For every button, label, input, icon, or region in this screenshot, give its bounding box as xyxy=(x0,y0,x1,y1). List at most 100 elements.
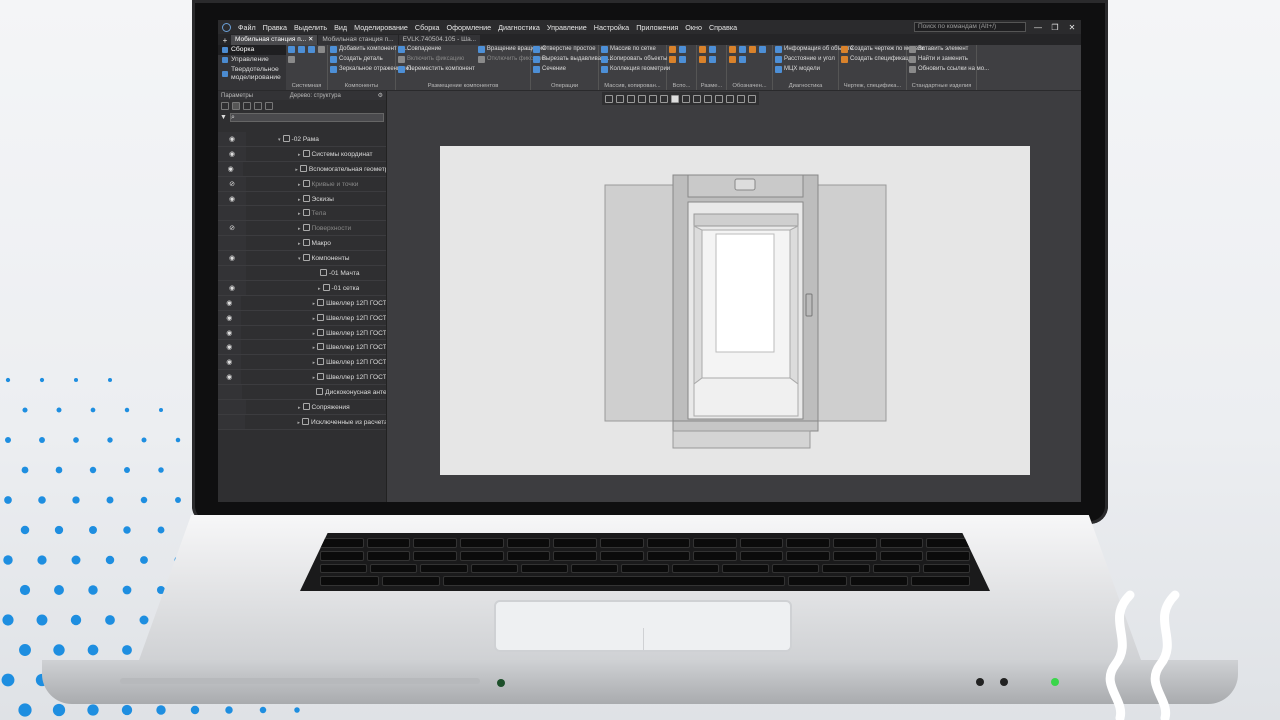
tree-row[interactable]: Дискоконусная антенна xyxy=(218,385,386,401)
expand-arrow-icon[interactable]: ▸ xyxy=(313,360,316,366)
tree-row[interactable]: ◉ ▾ -02 Рама xyxy=(218,132,386,147)
expand-arrow-icon[interactable]: ▸ xyxy=(298,226,301,232)
history-view-icon[interactable] xyxy=(243,102,251,110)
csys-icon[interactable] xyxy=(679,56,686,63)
visibility-icon[interactable] xyxy=(726,94,734,103)
eye-empty-cell[interactable] xyxy=(218,236,246,251)
expand-arrow-icon[interactable]: ▸ xyxy=(313,375,316,381)
redo-icon[interactable] xyxy=(288,56,295,63)
filter-icon[interactable]: ▼ xyxy=(220,114,227,121)
tree-row[interactable]: ◉ ▸ -01 сетка xyxy=(218,280,386,296)
expand-arrow-icon[interactable]: ▸ xyxy=(298,182,301,188)
wireframe-icon[interactable] xyxy=(682,94,690,103)
move-component-button[interactable]: Переместить компонент xyxy=(398,66,475,73)
menu-modeling[interactable]: Моделирование xyxy=(354,23,408,32)
3d-viewport[interactable] xyxy=(387,91,1081,502)
command-search-input[interactable]: Поиск по командам (Alt+/) xyxy=(914,22,1026,32)
axis-icon[interactable] xyxy=(679,46,686,53)
tree-view-icon[interactable] xyxy=(221,102,229,110)
geometry-collection-button[interactable]: Коллекция геометрии xyxy=(601,66,670,73)
structure-view-icon[interactable] xyxy=(232,102,240,110)
eye-empty-cell[interactable] xyxy=(218,414,246,429)
layers-view-icon[interactable] xyxy=(254,102,262,110)
menu-help[interactable]: Справка xyxy=(709,23,737,32)
mode-management[interactable]: Управление xyxy=(218,55,286,65)
tree-row[interactable]: ◉ ▸ Вспомогательная геометрия xyxy=(218,161,386,177)
menu-view[interactable]: Вид xyxy=(334,23,347,32)
panel-tab-parameters[interactable]: Параметры xyxy=(221,93,253,99)
menu-apps[interactable]: Приложения xyxy=(636,23,678,32)
select-filter-icon[interactable] xyxy=(605,94,613,103)
tree-row[interactable]: ▸ Сопряжения xyxy=(218,400,386,415)
leader-icon[interactable] xyxy=(739,46,746,53)
angular-dim-icon[interactable] xyxy=(699,56,706,63)
expand-arrow-icon[interactable]: ▸ xyxy=(313,301,316,307)
eye-icon[interactable]: ◉ xyxy=(218,340,241,355)
shaded-icon[interactable] xyxy=(671,94,679,103)
eye-icon[interactable]: ◉ xyxy=(218,355,241,370)
eye-icon[interactable]: ◉ xyxy=(218,325,241,340)
enable-fix-button[interactable]: Включить фиксацию xyxy=(398,56,475,63)
expand-arrow-icon[interactable]: ▸ xyxy=(318,286,321,292)
tree-row[interactable]: ▸ Макро xyxy=(218,236,386,252)
new-tab-icon[interactable]: + xyxy=(220,36,230,45)
menu-settings[interactable]: Настройка xyxy=(594,23,629,32)
pan-icon[interactable] xyxy=(649,94,657,103)
tree-row[interactable]: ◉ ▸ Швеллер 12П ГОСТ 8240 xyxy=(218,310,386,326)
expand-arrow-icon[interactable]: ▸ xyxy=(298,241,301,247)
open-icon[interactable] xyxy=(298,46,305,53)
eye-icon[interactable]: ◉ xyxy=(218,295,241,310)
eye-empty-cell[interactable] xyxy=(218,266,246,280)
eye-icon[interactable]: ◉ xyxy=(218,191,246,206)
tree-row[interactable]: ◉ ▸ Системы координат xyxy=(218,146,386,162)
expand-arrow-icon[interactable]: ▾ xyxy=(278,137,281,143)
tolerance-icon[interactable] xyxy=(749,46,756,53)
eye-hidden-icon[interactable]: ⊘ xyxy=(218,221,246,236)
eye-icon[interactable]: ◉ xyxy=(218,132,246,146)
find-replace-button[interactable]: Найти и заменить xyxy=(909,56,989,63)
tree-row[interactable]: ◉ ▸ Швеллер 12П ГОСТ 8240 xyxy=(218,355,386,371)
eye-icon[interactable]: ◉ xyxy=(218,251,246,266)
insert-element-button[interactable]: Вставить элемент xyxy=(909,46,989,53)
point-icon[interactable] xyxy=(669,46,676,53)
section-view-icon[interactable] xyxy=(704,94,712,103)
tree-row[interactable]: ◉ ▸ Швеллер 12П ГОСТ 8240 xyxy=(218,325,386,341)
expand-arrow-icon[interactable]: ▸ xyxy=(313,331,316,337)
expand-arrow-icon[interactable]: ▸ xyxy=(313,316,316,322)
zoom-window-icon[interactable] xyxy=(627,94,635,103)
grid-pattern-button[interactable]: Массив по сетке xyxy=(601,46,670,53)
expand-arrow-icon[interactable]: ▸ xyxy=(298,152,301,158)
mode-solid-modeling[interactable]: Твердотельное моделирование xyxy=(218,65,286,83)
menu-management[interactable]: Управление xyxy=(547,23,587,32)
tree-row[interactable]: ◉ ▾ Компоненты xyxy=(218,251,386,267)
note-icon[interactable] xyxy=(739,56,746,63)
panel-settings-icon[interactable]: ⚙ xyxy=(378,92,383,99)
tree-row[interactable]: -01 Мачта xyxy=(218,266,386,281)
tree-row[interactable]: ⊘ ▸ Поверхности xyxy=(218,221,386,237)
zoom-fit-icon[interactable] xyxy=(616,94,624,103)
menu-edit[interactable]: Правка xyxy=(263,23,287,32)
render-icon[interactable] xyxy=(737,94,745,103)
mode-assembly[interactable]: Сборка xyxy=(218,45,286,55)
base-icon[interactable] xyxy=(759,46,766,53)
expand-arrow-icon[interactable]: ▸ xyxy=(313,345,316,351)
save-icon[interactable] xyxy=(308,46,315,53)
radial-dim-icon[interactable] xyxy=(709,46,716,53)
expand-arrow-icon[interactable]: ▸ xyxy=(298,197,301,203)
expand-arrow-icon[interactable]: ▾ xyxy=(298,256,301,262)
plane-icon[interactable] xyxy=(669,56,676,63)
panel-tab-structure[interactable]: Дерево: структура xyxy=(290,93,341,99)
model-canvas[interactable] xyxy=(440,146,1030,475)
tree-row[interactable]: ⊘ ▸ Кривые и точки xyxy=(218,176,386,192)
eye-empty-cell[interactable] xyxy=(218,400,246,414)
menu-file[interactable]: Файл xyxy=(238,23,256,32)
copy-objects-button[interactable]: Копировать объекты xyxy=(601,56,670,63)
tree-row[interactable]: ▸ Тела xyxy=(218,206,386,222)
tree-row[interactable]: ◉ ▸ Швеллер 12П ГОСТ 8240 xyxy=(218,370,386,386)
measure-icon[interactable] xyxy=(748,94,756,103)
expand-arrow-icon[interactable]: ▸ xyxy=(297,420,300,426)
eye-icon[interactable]: ◉ xyxy=(218,370,241,385)
coincidence-button[interactable]: Совпадение xyxy=(398,46,475,53)
new-file-icon[interactable] xyxy=(288,46,295,53)
perspective-icon[interactable] xyxy=(715,94,723,103)
